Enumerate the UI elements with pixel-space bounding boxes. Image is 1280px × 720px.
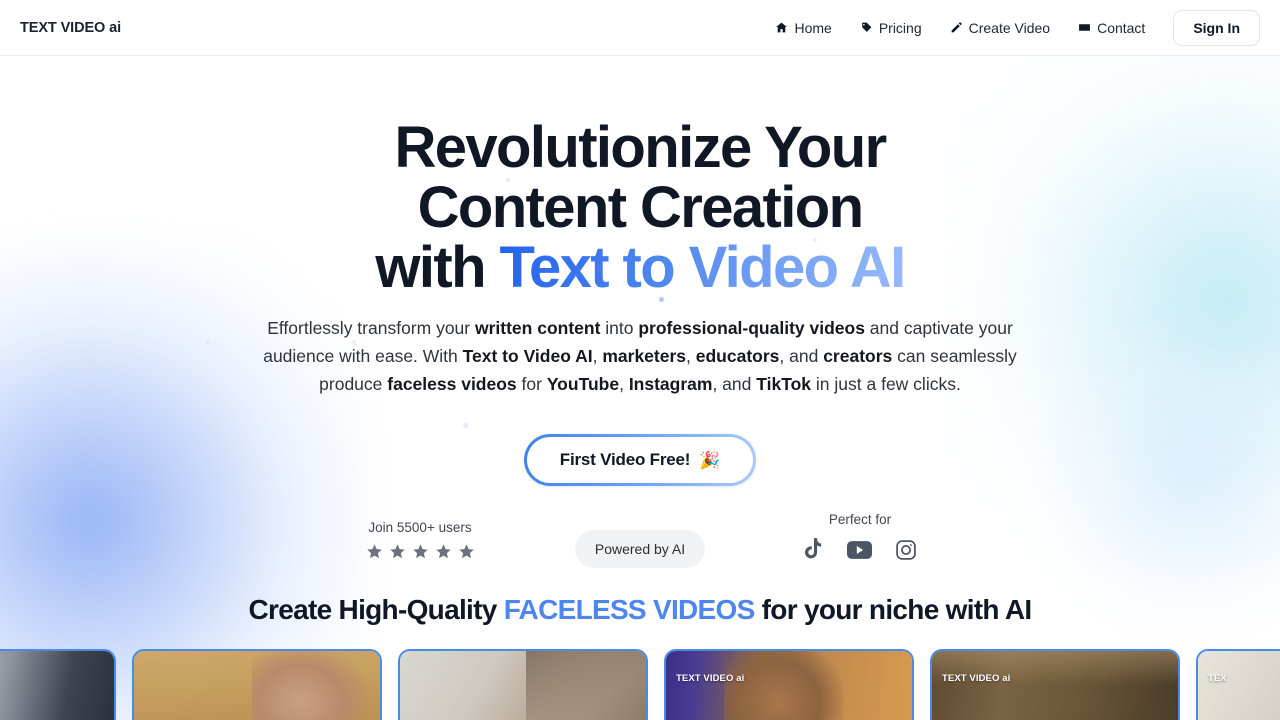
video-card-carousel[interactable]: TEXT VIDEO ai TEXT VIDEO ai TEX — [0, 649, 1280, 720]
nav-item-home[interactable]: Home — [761, 14, 845, 42]
site-header: TEXT VIDEO ai Home Pricing Create Video … — [0, 0, 1280, 56]
hero-subtitle: Effortlessly transform your written cont… — [255, 314, 1025, 398]
party-popper-icon: 🎉 — [699, 450, 721, 470]
sub-bold: professional-quality videos — [638, 318, 865, 338]
nav-item-home-label: Home — [794, 19, 832, 36]
headline-line-3: with Text to Video AI — [0, 238, 1280, 298]
sub-bold: creators — [823, 346, 893, 366]
star-icon — [435, 544, 451, 559]
sub-bold: Text to Video AI — [462, 346, 593, 366]
headline-prefix: with — [375, 235, 500, 300]
nav-item-create-video[interactable]: Create Video — [936, 14, 1064, 42]
video-thumbnail — [932, 651, 1178, 720]
video-card[interactable] — [0, 649, 116, 720]
sub-bold: educators — [695, 346, 780, 366]
youtube-icon[interactable] — [847, 540, 872, 559]
star-icon — [458, 544, 474, 559]
home-icon — [775, 21, 788, 34]
nav-item-pricing-label: Pricing — [878, 19, 922, 36]
sub-text: , — [619, 374, 629, 394]
video-thumbnail — [1198, 651, 1280, 720]
perfect-for-block: Perfect for — [750, 512, 970, 561]
headline-line-2: Content Creation — [417, 175, 864, 240]
cta-label: First Video Free! — [559, 450, 691, 469]
star-icon — [412, 544, 428, 559]
sub-bold: YouTube — [546, 374, 620, 394]
video-card[interactable]: TEX — [1196, 649, 1280, 720]
card-watermark: TEXT VIDEO ai — [942, 673, 1011, 684]
powered-by-ai-block: Powered by AI — [530, 512, 750, 568]
star-rating — [366, 543, 475, 560]
tiktok-icon[interactable] — [803, 538, 824, 561]
cta-wrapper: First Video Free! 🎉 — [0, 434, 1280, 486]
section-heading-suffix: for your niche with AI — [754, 594, 1032, 625]
video-card[interactable]: TEXT VIDEO ai — [664, 649, 914, 720]
users-count-label: Join 5500+ users — [368, 520, 472, 535]
tag-icon — [860, 21, 873, 34]
video-card[interactable]: TEXT VIDEO ai — [930, 649, 1180, 720]
star-icon — [389, 544, 405, 559]
section-heading-prefix: Create High-Quality — [248, 594, 504, 625]
sub-text: , — [686, 346, 696, 366]
sub-text: , and — [779, 346, 824, 366]
sub-bold: TikTok — [756, 374, 812, 394]
video-thumbnail — [666, 651, 912, 720]
video-thumbnail — [0, 651, 114, 720]
sub-bold: faceless videos — [387, 374, 517, 394]
nav-item-contact-label: Contact — [1097, 19, 1146, 36]
sub-bold: Instagram — [628, 374, 713, 394]
brand-logo[interactable]: TEXT VIDEO ai — [20, 20, 121, 36]
powered-by-ai-badge[interactable]: Powered by AI — [574, 530, 706, 568]
sub-bold: marketers — [602, 346, 687, 366]
sub-bold: written content — [474, 318, 601, 338]
sub-text: for — [516, 374, 547, 394]
card-watermark: TEXT VIDEO ai — [676, 673, 745, 684]
social-icon-row — [803, 538, 917, 561]
nav-item-pricing[interactable]: Pricing — [846, 14, 936, 42]
envelope-icon — [1078, 21, 1091, 34]
sub-text: into — [600, 318, 639, 338]
video-thumbnail — [134, 651, 380, 720]
first-video-free-button[interactable]: First Video Free! 🎉 — [523, 434, 757, 486]
section-heading: Create High-Quality FACELESS VIDEOS for … — [0, 594, 1280, 626]
page-root: TEXT VIDEO ai Home Pricing Create Video … — [0, 0, 1280, 720]
sign-in-button[interactable]: Sign In — [1173, 9, 1260, 46]
instagram-icon[interactable] — [895, 539, 917, 561]
headline-accent: Text to Video AI — [499, 235, 906, 300]
pencil-icon — [950, 21, 963, 34]
sub-text: , — [592, 346, 603, 366]
page-title: Revolutionize Your Content Creation with… — [0, 118, 1280, 298]
sub-text: in just a few clicks. — [811, 374, 961, 394]
main-navigation: Home Pricing Create Video Contact Sign I… — [761, 9, 1260, 46]
video-card[interactable] — [132, 649, 382, 720]
video-card[interactable] — [398, 649, 648, 720]
sub-text: Effortlessly transform your — [267, 318, 475, 338]
sub-text: , and — [712, 374, 757, 394]
nav-item-create-video-label: Create Video — [968, 19, 1051, 36]
users-rating-block: Join 5500+ users — [310, 512, 530, 560]
headline-line-1: Revolutionize Your — [394, 115, 887, 180]
social-proof-row: Join 5500+ users Powered by AI Perfect f… — [0, 512, 1280, 568]
card-watermark: TEX — [1208, 673, 1227, 684]
cta-inner: First Video Free! 🎉 — [526, 437, 754, 483]
star-icon — [366, 544, 382, 559]
perfect-for-label: Perfect for — [828, 512, 892, 527]
nav-item-contact[interactable]: Contact — [1064, 14, 1159, 42]
video-thumbnail — [400, 651, 646, 720]
hero-section: Revolutionize Your Content Creation with… — [0, 118, 1280, 486]
section-heading-accent: FACELESS VIDEOS — [503, 594, 756, 625]
